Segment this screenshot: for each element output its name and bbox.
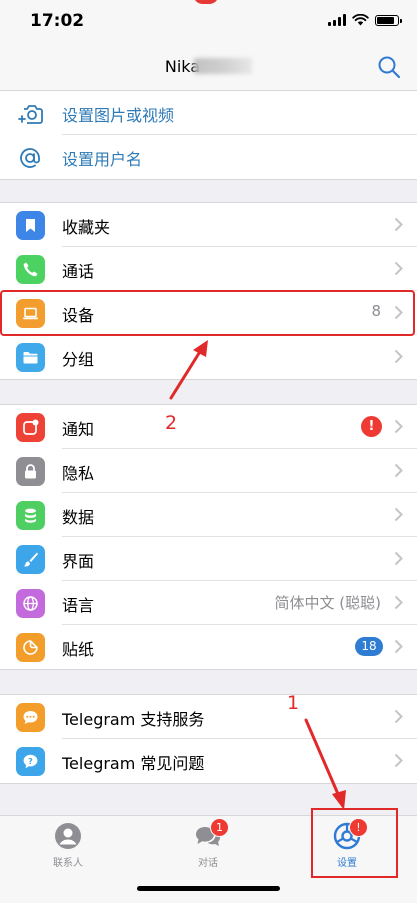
notification-icon: [16, 413, 45, 442]
privacy-row[interactable]: 隐私: [0, 449, 417, 493]
status-time: 17:02: [30, 11, 85, 31]
nav-bar: Nika: [0, 44, 417, 91]
svg-text:?: ?: [28, 757, 33, 766]
camera-plus-icon: [18, 105, 43, 124]
language-row[interactable]: 语言 简体中文 (聪聪): [0, 581, 417, 625]
tab-contacts-label: 联系人: [53, 858, 83, 869]
faq-label: Telegram 常见问题: [62, 754, 205, 773]
calls-row[interactable]: 通话: [0, 247, 417, 291]
saved-messages-row[interactable]: 收藏夹: [0, 203, 417, 247]
profile-name: Nika: [0, 57, 417, 76]
phone-icon: [16, 255, 45, 284]
annotation-arrow-1: [304, 718, 346, 810]
preferences-group: 通知 ! 隐私 数据 界面 语言 简体中文 (聪聪) 贴纸 18: [0, 404, 417, 670]
chevron-right-icon: [394, 463, 403, 478]
status-bar: 17:02: [0, 0, 417, 44]
chevron-right-icon: [394, 595, 403, 610]
chevron-right-icon: [394, 709, 403, 724]
chevron-right-icon: [394, 753, 403, 768]
chevron-right-icon: [394, 419, 403, 434]
bookmark-icon: [16, 211, 45, 240]
set-photo-row[interactable]: 设置图片或视频: [0, 91, 417, 135]
devices-highlight-box: [0, 290, 415, 336]
chevron-right-icon: [394, 507, 403, 522]
support-row[interactable]: Telegram 支持服务: [0, 695, 417, 739]
chevron-right-icon: [394, 261, 403, 276]
stickers-count-badge: 18: [355, 637, 383, 656]
chevron-right-icon: [394, 639, 403, 654]
notifications-row[interactable]: 通知 !: [0, 405, 417, 449]
set-photo-label: 设置图片或视频: [62, 106, 175, 125]
help-group: Telegram 支持服务 ? Telegram 常见问题: [0, 694, 417, 784]
folder-icon: [16, 343, 45, 372]
chevron-right-icon: [394, 349, 403, 364]
sticker-icon: [16, 633, 45, 662]
annotation-step-1: 1: [287, 692, 300, 714]
chats-unread-badge: 1: [210, 818, 229, 837]
faq-row[interactable]: ? Telegram 常见问题: [0, 739, 417, 783]
database-icon: [16, 501, 45, 530]
lock-icon: [16, 457, 45, 486]
home-indicator: [137, 886, 280, 891]
annotation-step-2: 2: [165, 412, 178, 434]
contacts-icon: [55, 823, 81, 849]
globe-icon: [16, 589, 45, 618]
language-label: 语言: [62, 596, 95, 615]
folders-label: 分组: [62, 350, 95, 369]
recording-indicator: [193, 0, 219, 4]
settings-tab-highlight-box: [311, 808, 398, 878]
data-storage-row[interactable]: 数据: [0, 493, 417, 537]
calls-label: 通话: [62, 262, 95, 281]
brush-icon: [16, 545, 45, 574]
annotation-arrow-2: [169, 340, 208, 400]
stickers-label: 贴纸: [62, 640, 95, 659]
notifications-label: 通知: [62, 420, 95, 439]
set-username-row[interactable]: 设置用户名: [0, 135, 417, 179]
wifi-icon: [352, 14, 369, 26]
battery-icon: [375, 15, 402, 26]
tab-chats[interactable]: 1 对话: [158, 818, 258, 874]
question-icon: ?: [16, 747, 45, 776]
privacy-label: 隐私: [62, 464, 95, 483]
blurred-name-mask: [194, 58, 253, 74]
chevron-right-icon: [394, 551, 403, 566]
stickers-row[interactable]: 贴纸 18: [0, 625, 417, 669]
profile-actions-group: 设置图片或视频 设置用户名: [0, 91, 417, 180]
support-label: Telegram 支持服务: [62, 710, 205, 729]
saved-messages-label: 收藏夹: [62, 218, 111, 237]
signal-icon: [328, 14, 346, 26]
chevron-right-icon: [394, 217, 403, 232]
chat-dots-icon: [16, 703, 45, 732]
tab-contacts[interactable]: 联系人: [18, 822, 118, 874]
set-username-label: 设置用户名: [62, 150, 143, 169]
appearance-label: 界面: [62, 552, 95, 571]
language-value: 简体中文 (聪聪): [274, 594, 381, 612]
appearance-row[interactable]: 界面: [0, 537, 417, 581]
data-label: 数据: [62, 508, 95, 527]
status-icons: [328, 14, 402, 26]
notification-alert-badge: !: [361, 416, 382, 437]
at-sign-icon: [20, 148, 40, 168]
tab-chats-label: 对话: [198, 858, 218, 869]
search-icon[interactable]: [377, 55, 401, 79]
